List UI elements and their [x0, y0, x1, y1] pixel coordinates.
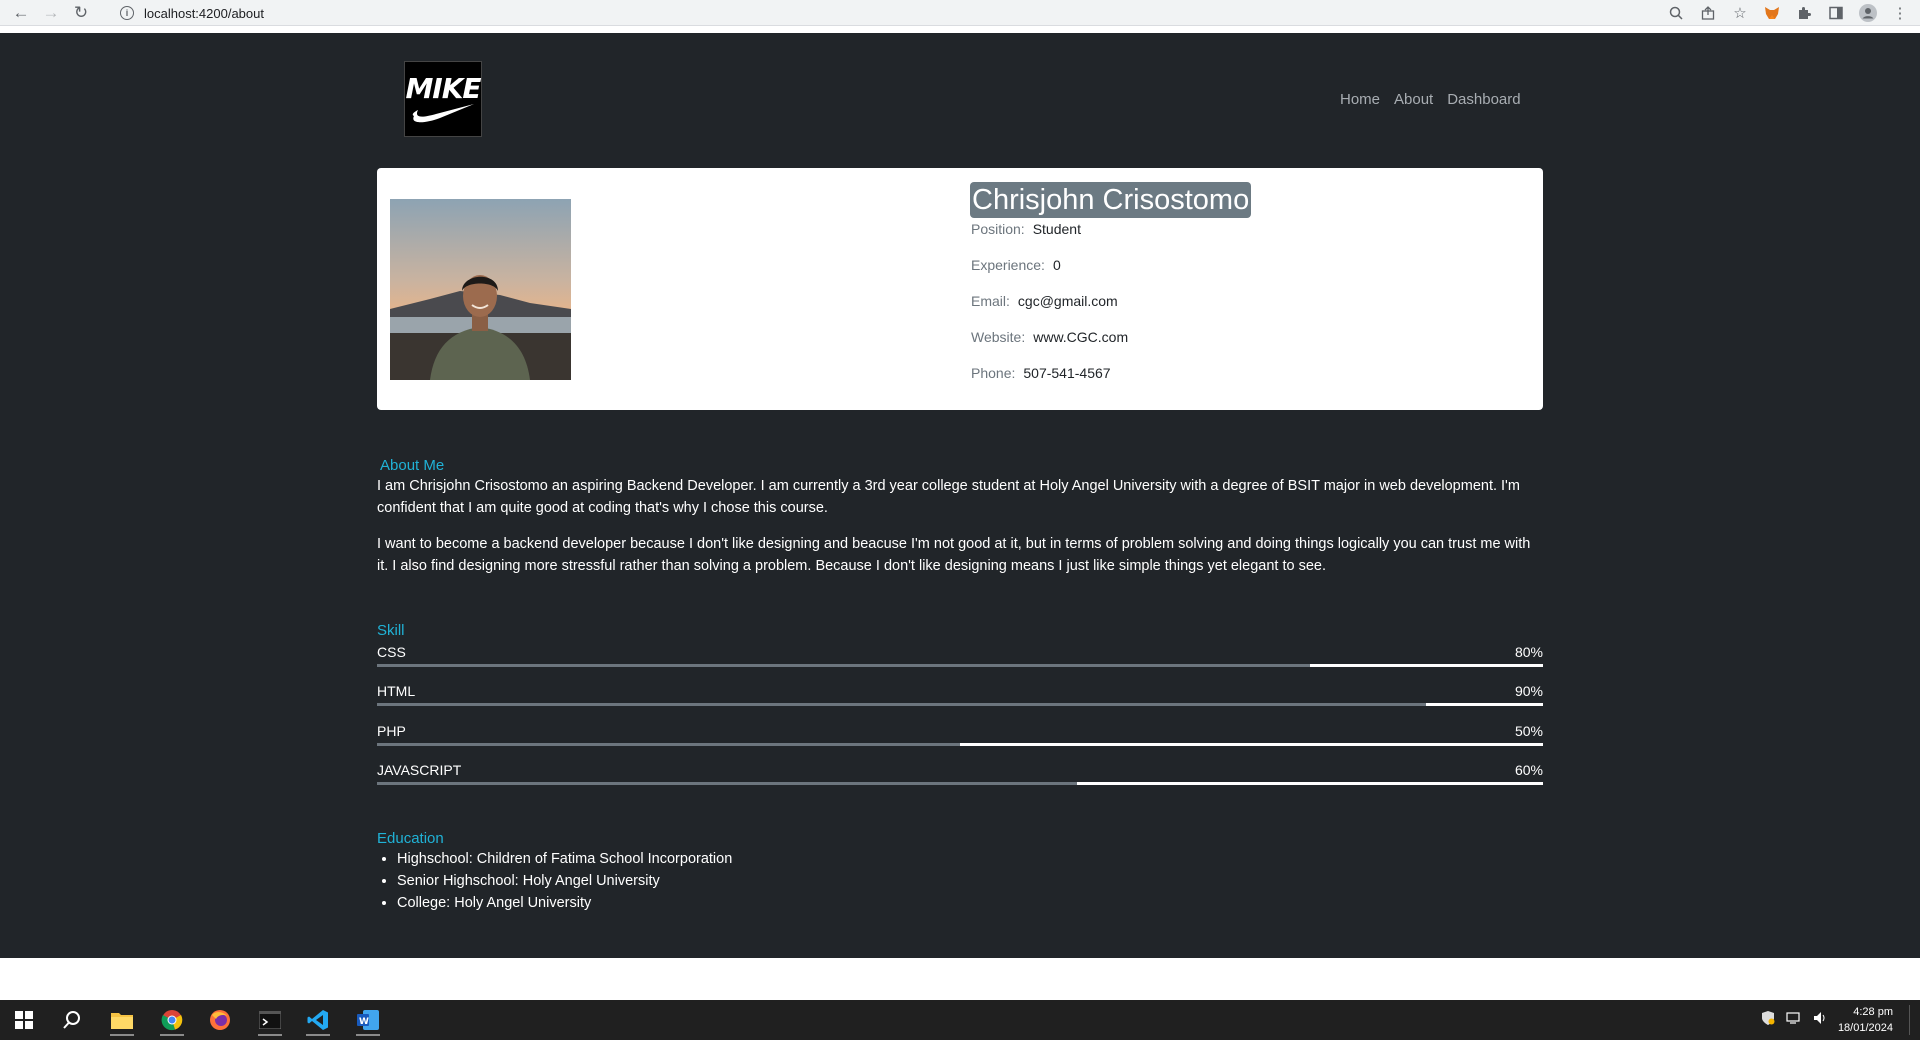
skill-name: JAVASCRIPT — [377, 762, 462, 778]
site-info-icon[interactable]: i — [120, 6, 134, 20]
search-icon[interactable] — [56, 1004, 88, 1036]
skill-progress-bar — [377, 664, 1543, 667]
position-label: Position: — [971, 221, 1025, 237]
skill-name: CSS — [377, 644, 406, 660]
skill-heading: Skill — [377, 622, 405, 639]
experience-field: Experience: 0 — [971, 257, 1061, 273]
side-panel-icon[interactable] — [1826, 3, 1846, 23]
skill-percent: 60% — [1514, 762, 1543, 778]
skill-progress-fill — [1076, 782, 1543, 785]
about-paragraph-2: I want to become a backend developer bec… — [377, 536, 1531, 574]
education-item: College: Holy Angel University — [397, 892, 732, 914]
windows-start-icon[interactable] — [8, 1004, 40, 1036]
skill-row-php: PHP 50% — [377, 723, 1543, 749]
education-list: Highschool: Children of Fatima School In… — [397, 848, 732, 914]
skill-progress-bar — [377, 703, 1543, 706]
position-value: Student — [1032, 221, 1081, 237]
profile-card: Chrisjohn Crisostomo Position: Student Ex… — [377, 168, 1543, 410]
volume-icon[interactable] — [1812, 1010, 1828, 1031]
skill-row-css: CSS 80% — [377, 644, 1543, 670]
more-menu-icon[interactable]: ⋮ — [1890, 3, 1910, 23]
phone-label: Phone: — [971, 365, 1016, 381]
skill-name: HTML — [377, 683, 416, 699]
bookmark-star-icon[interactable]: ☆ — [1730, 3, 1750, 23]
main-nav: Home About Dashboard — [1340, 91, 1521, 108]
url-text: localhost:4200/about — [144, 5, 264, 21]
file-explorer-icon[interactable] — [106, 1004, 138, 1036]
show-desktop-button[interactable] — [1909, 1005, 1910, 1035]
email-label: Email: — [971, 293, 1010, 309]
skill-name: PHP — [377, 723, 406, 739]
phone-field: Phone: 507-541-4567 — [971, 365, 1111, 381]
email-value: cgc@gmail.com — [1017, 293, 1118, 309]
zoom-icon[interactable] — [1666, 3, 1686, 23]
skill-progress-bar — [377, 743, 1543, 746]
network-icon[interactable] — [1786, 1010, 1802, 1031]
swoosh-icon — [412, 104, 474, 123]
system-tray: 4:28 pm 18/01/2024 — [1760, 1000, 1910, 1040]
terminal-icon[interactable] — [254, 1004, 286, 1036]
vscode-icon[interactable] — [302, 1004, 334, 1036]
word-icon[interactable]: W — [352, 1004, 384, 1036]
back-arrow-icon[interactable]: ← — [6, 0, 36, 26]
svg-text:W: W — [359, 1017, 369, 1027]
windows-taskbar: W 4:28 pm 18/01/2024 — [0, 1000, 1920, 1040]
skill-row-javascript: JAVASCRIPT 60% — [377, 762, 1543, 788]
nav-about-link[interactable]: About — [1394, 91, 1433, 108]
phone-value: 507-541-4567 — [1023, 365, 1111, 381]
website-label: Website: — [971, 329, 1026, 345]
education-item: Senior Highschool: Holy Angel University — [397, 870, 732, 892]
nav-home-link[interactable]: Home — [1340, 91, 1380, 108]
skill-row-html: HTML 90% — [377, 683, 1543, 709]
profile-photo — [390, 199, 571, 380]
education-item: Highschool: Children of Fatima School In… — [397, 848, 732, 870]
clock-date: 18/01/2024 — [1837, 1022, 1893, 1034]
experience-value: 0 — [1052, 257, 1061, 273]
forward-arrow-icon[interactable]: → — [36, 0, 66, 26]
skill-progress-bar — [377, 782, 1543, 785]
skill-percent: 80% — [1514, 644, 1543, 660]
skill-progress-fill — [960, 743, 1543, 746]
education-heading: Education — [377, 830, 444, 847]
logo-text: MIKE — [405, 72, 481, 105]
metamask-fox-icon[interactable] — [1762, 3, 1782, 23]
website-value: www.CGC.com — [1033, 329, 1129, 345]
position-field: Position: Student — [971, 221, 1081, 237]
security-shield-icon[interactable] — [1760, 1010, 1776, 1031]
firefox-icon[interactable] — [204, 1004, 236, 1036]
nav-dashboard-link[interactable]: Dashboard — [1447, 91, 1520, 108]
profile-name: Chrisjohn Crisostomo — [970, 182, 1252, 218]
address-bar[interactable]: i localhost:4200/about — [110, 2, 1660, 24]
page-body: MIKE Home About Dashboard Chrisjohn Cris… — [0, 33, 1920, 958]
site-logo[interactable]: MIKE — [404, 61, 482, 137]
skill-progress-fill — [1426, 703, 1543, 706]
skill-percent: 50% — [1514, 723, 1543, 739]
share-icon[interactable] — [1698, 3, 1718, 23]
clock-time: 4:28 pm — [1853, 1006, 1893, 1018]
profile-avatar-icon[interactable] — [1858, 3, 1878, 23]
extensions-puzzle-icon[interactable] — [1794, 3, 1814, 23]
system-clock[interactable]: 4:28 pm 18/01/2024 — [1838, 1004, 1893, 1036]
reload-icon[interactable]: ↻ — [66, 0, 96, 26]
experience-label: Experience: — [971, 257, 1045, 273]
email-field: Email: cgc@gmail.com — [971, 293, 1118, 309]
chrome-browser-icon[interactable] — [156, 1004, 188, 1036]
skill-percent: 90% — [1514, 683, 1543, 699]
skill-progress-fill — [1309, 664, 1543, 667]
browser-toolbar: ← → ↻ i localhost:4200/about ☆ ⋮ — [0, 0, 1920, 26]
about-paragraph-1: I am Chrisjohn Crisostomo an aspiring Ba… — [377, 478, 1520, 516]
website-field: Website: www.CGC.com — [971, 329, 1128, 345]
about-me-heading: About Me — [380, 457, 445, 474]
